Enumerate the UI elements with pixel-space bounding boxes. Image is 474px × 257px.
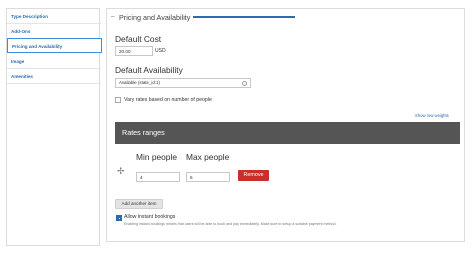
max-people-input[interactable] — [186, 172, 230, 182]
sidebar-item-label: Amenities — [11, 74, 33, 79]
sidebar-item-label: Image — [11, 59, 25, 64]
instant-bookings-checkbox[interactable] — [116, 215, 122, 221]
default-cost-input[interactable] — [115, 46, 153, 56]
sidebar-item-label: Type Description — [11, 14, 48, 19]
section-title[interactable]: Pricing and Availability — [119, 13, 190, 22]
default-availability-label: Default Availability — [115, 65, 183, 75]
availability-select[interactable]: Available (state_id:1) — [115, 78, 251, 88]
rates-ranges-header: Rates ranges — [115, 122, 460, 144]
show-row-weights-link[interactable]: Show row weights — [415, 113, 449, 118]
select-clear-icon[interactable] — [242, 80, 247, 86]
sidebar-item-add-ons[interactable]: Add-Ons — [7, 24, 101, 39]
sidebar-item-label: Pricing and Availability — [12, 44, 63, 49]
currency-unit: USD — [155, 48, 166, 54]
vary-rates-checkbox[interactable] — [115, 97, 121, 103]
instant-bookings-label[interactable]: Allow instant bookings — [124, 214, 175, 220]
sidebar-item-amenities[interactable]: Amenities — [7, 69, 101, 84]
default-cost-label: Default Cost — [115, 34, 162, 44]
sidebar-item-image[interactable]: Image — [7, 54, 101, 69]
vary-rates-label[interactable]: Vary rates based on number of people — [124, 97, 212, 103]
remove-button[interactable]: Remove — [238, 170, 269, 181]
drag-handle-icon[interactable]: ✢ — [117, 167, 125, 176]
min-people-input[interactable] — [136, 172, 180, 182]
availability-selected-value: Available (state_id:1) — [119, 80, 160, 85]
add-another-item-button[interactable]: Add another item — [115, 199, 163, 209]
vertical-tabs-sidebar: Type Description Add-Ons Pricing and Ava… — [6, 8, 102, 246]
pricing-panel: – Pricing and Availability Default Cost … — [106, 8, 465, 242]
section-legend[interactable]: – Pricing and Availability — [111, 11, 190, 23]
sidebar-item-label: Add-Ons — [11, 29, 31, 34]
sidebar-item-pricing-and-availability[interactable]: Pricing and Availability — [7, 38, 102, 53]
section-underline — [193, 16, 295, 18]
instant-bookings-help: Enabling instant bookings means that use… — [124, 222, 337, 226]
sidebar-item-type-description[interactable]: Type Description — [7, 9, 101, 24]
rates-ranges-title: Rates ranges — [122, 128, 165, 137]
collapse-toggle-icon[interactable]: – — [111, 14, 117, 20]
min-people-label: Min people — [136, 152, 177, 162]
max-people-label: Max people — [186, 152, 230, 162]
